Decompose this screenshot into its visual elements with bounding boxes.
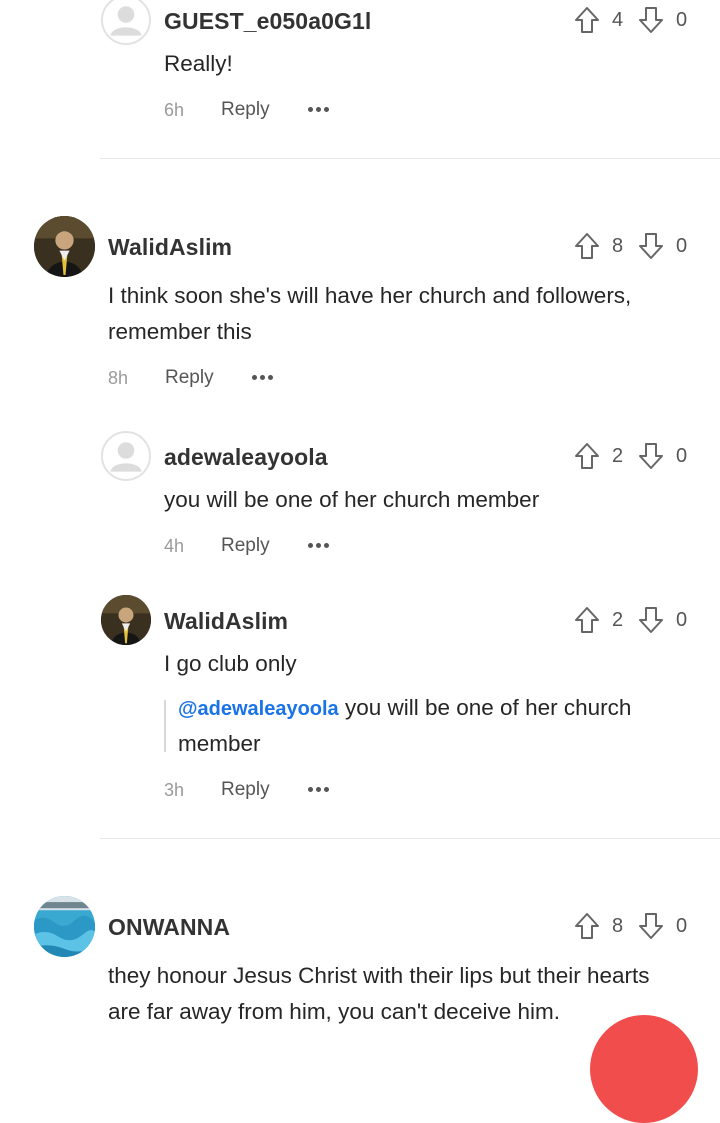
comment-username[interactable]: WalidAslim xyxy=(164,608,288,635)
downvote-count: 0 xyxy=(676,8,688,31)
comment-text-line: are far away from him, you can't deceive… xyxy=(108,999,560,1024)
comment-username[interactable]: WalidAslim xyxy=(108,234,232,261)
comment-username[interactable]: GUEST_e050a0G1l xyxy=(164,8,371,35)
reply-button[interactable]: Reply xyxy=(165,367,214,389)
upvote-count: 2 xyxy=(612,444,624,467)
floating-action-button[interactable] xyxy=(590,1015,698,1123)
comment-username[interactable]: ONWANNA xyxy=(108,914,230,941)
upvote-button[interactable]: 2 xyxy=(574,441,623,471)
upvote-count: 8 xyxy=(612,914,624,937)
arrow-down-icon xyxy=(639,913,663,939)
divider xyxy=(100,158,720,159)
mention-link[interactable]: @adewaleayoola xyxy=(178,698,339,720)
guest-avatar-icon xyxy=(110,6,142,36)
reply-button[interactable]: Reply xyxy=(221,535,270,557)
comment-text-line: I think soon she's will have her church … xyxy=(108,283,632,308)
user-photo xyxy=(34,216,95,277)
arrow-down-icon xyxy=(639,443,663,469)
comment-text: you will be one of her church member xyxy=(164,487,540,512)
comment-text: Really! xyxy=(164,51,233,76)
more-options-icon[interactable] xyxy=(308,104,334,114)
water-photo xyxy=(34,896,95,957)
upvote-button[interactable]: 4 xyxy=(574,5,623,35)
quoted-text: member xyxy=(178,731,261,756)
comment-text-line: remember this xyxy=(108,319,252,344)
reply-button[interactable]: Reply xyxy=(221,99,270,121)
upvote-count: 8 xyxy=(612,234,624,257)
arrow-down-icon xyxy=(639,7,663,33)
upvote-count: 2 xyxy=(612,608,624,631)
comment-time: 6h xyxy=(164,100,185,120)
comment-text: I go club only xyxy=(164,651,297,676)
reply-button[interactable]: Reply xyxy=(221,779,270,801)
more-options-icon[interactable] xyxy=(252,372,278,382)
arrow-up-icon xyxy=(575,607,599,633)
arrow-up-icon xyxy=(575,233,599,259)
comment-time: 3h xyxy=(164,780,185,800)
quoted-text: you will be one of her church xyxy=(344,695,632,720)
avatar[interactable] xyxy=(34,896,95,957)
more-options-icon[interactable] xyxy=(308,540,334,550)
quoted-reply-line: @adewaleayoola you will be one of her ch… xyxy=(178,690,631,727)
downvote-button[interactable]: 0 xyxy=(638,911,687,941)
comment-time: 4h xyxy=(164,536,185,556)
guest-avatar-icon xyxy=(110,442,142,472)
avatar[interactable] xyxy=(101,431,151,481)
upvote-count: 4 xyxy=(612,8,624,31)
upvote-button[interactable]: 8 xyxy=(574,911,623,941)
avatar[interactable] xyxy=(101,0,151,45)
avatar[interactable] xyxy=(34,216,95,277)
downvote-count: 0 xyxy=(676,234,688,257)
user-photo xyxy=(101,595,151,645)
downvote-button[interactable]: 0 xyxy=(638,231,687,261)
divider xyxy=(100,838,720,839)
comment-text-line: they honour Jesus Christ with their lips… xyxy=(108,963,650,988)
comment-username[interactable]: adewaleayoola xyxy=(164,444,328,471)
downvote-button[interactable]: 0 xyxy=(638,5,687,35)
arrow-down-icon xyxy=(639,607,663,633)
upvote-button[interactable]: 2 xyxy=(574,605,623,635)
downvote-count: 0 xyxy=(676,914,688,937)
arrow-up-icon xyxy=(575,913,599,939)
downvote-button[interactable]: 0 xyxy=(638,441,687,471)
downvote-count: 0 xyxy=(676,608,688,631)
downvote-button[interactable]: 0 xyxy=(638,605,687,635)
arrow-up-icon xyxy=(575,443,599,469)
downvote-count: 0 xyxy=(676,444,688,467)
avatar[interactable] xyxy=(101,595,151,645)
comment-time: 8h xyxy=(108,368,129,388)
arrow-down-icon xyxy=(639,233,663,259)
upvote-button[interactable]: 8 xyxy=(574,231,623,261)
arrow-up-icon xyxy=(575,7,599,33)
more-options-icon[interactable] xyxy=(308,784,334,794)
